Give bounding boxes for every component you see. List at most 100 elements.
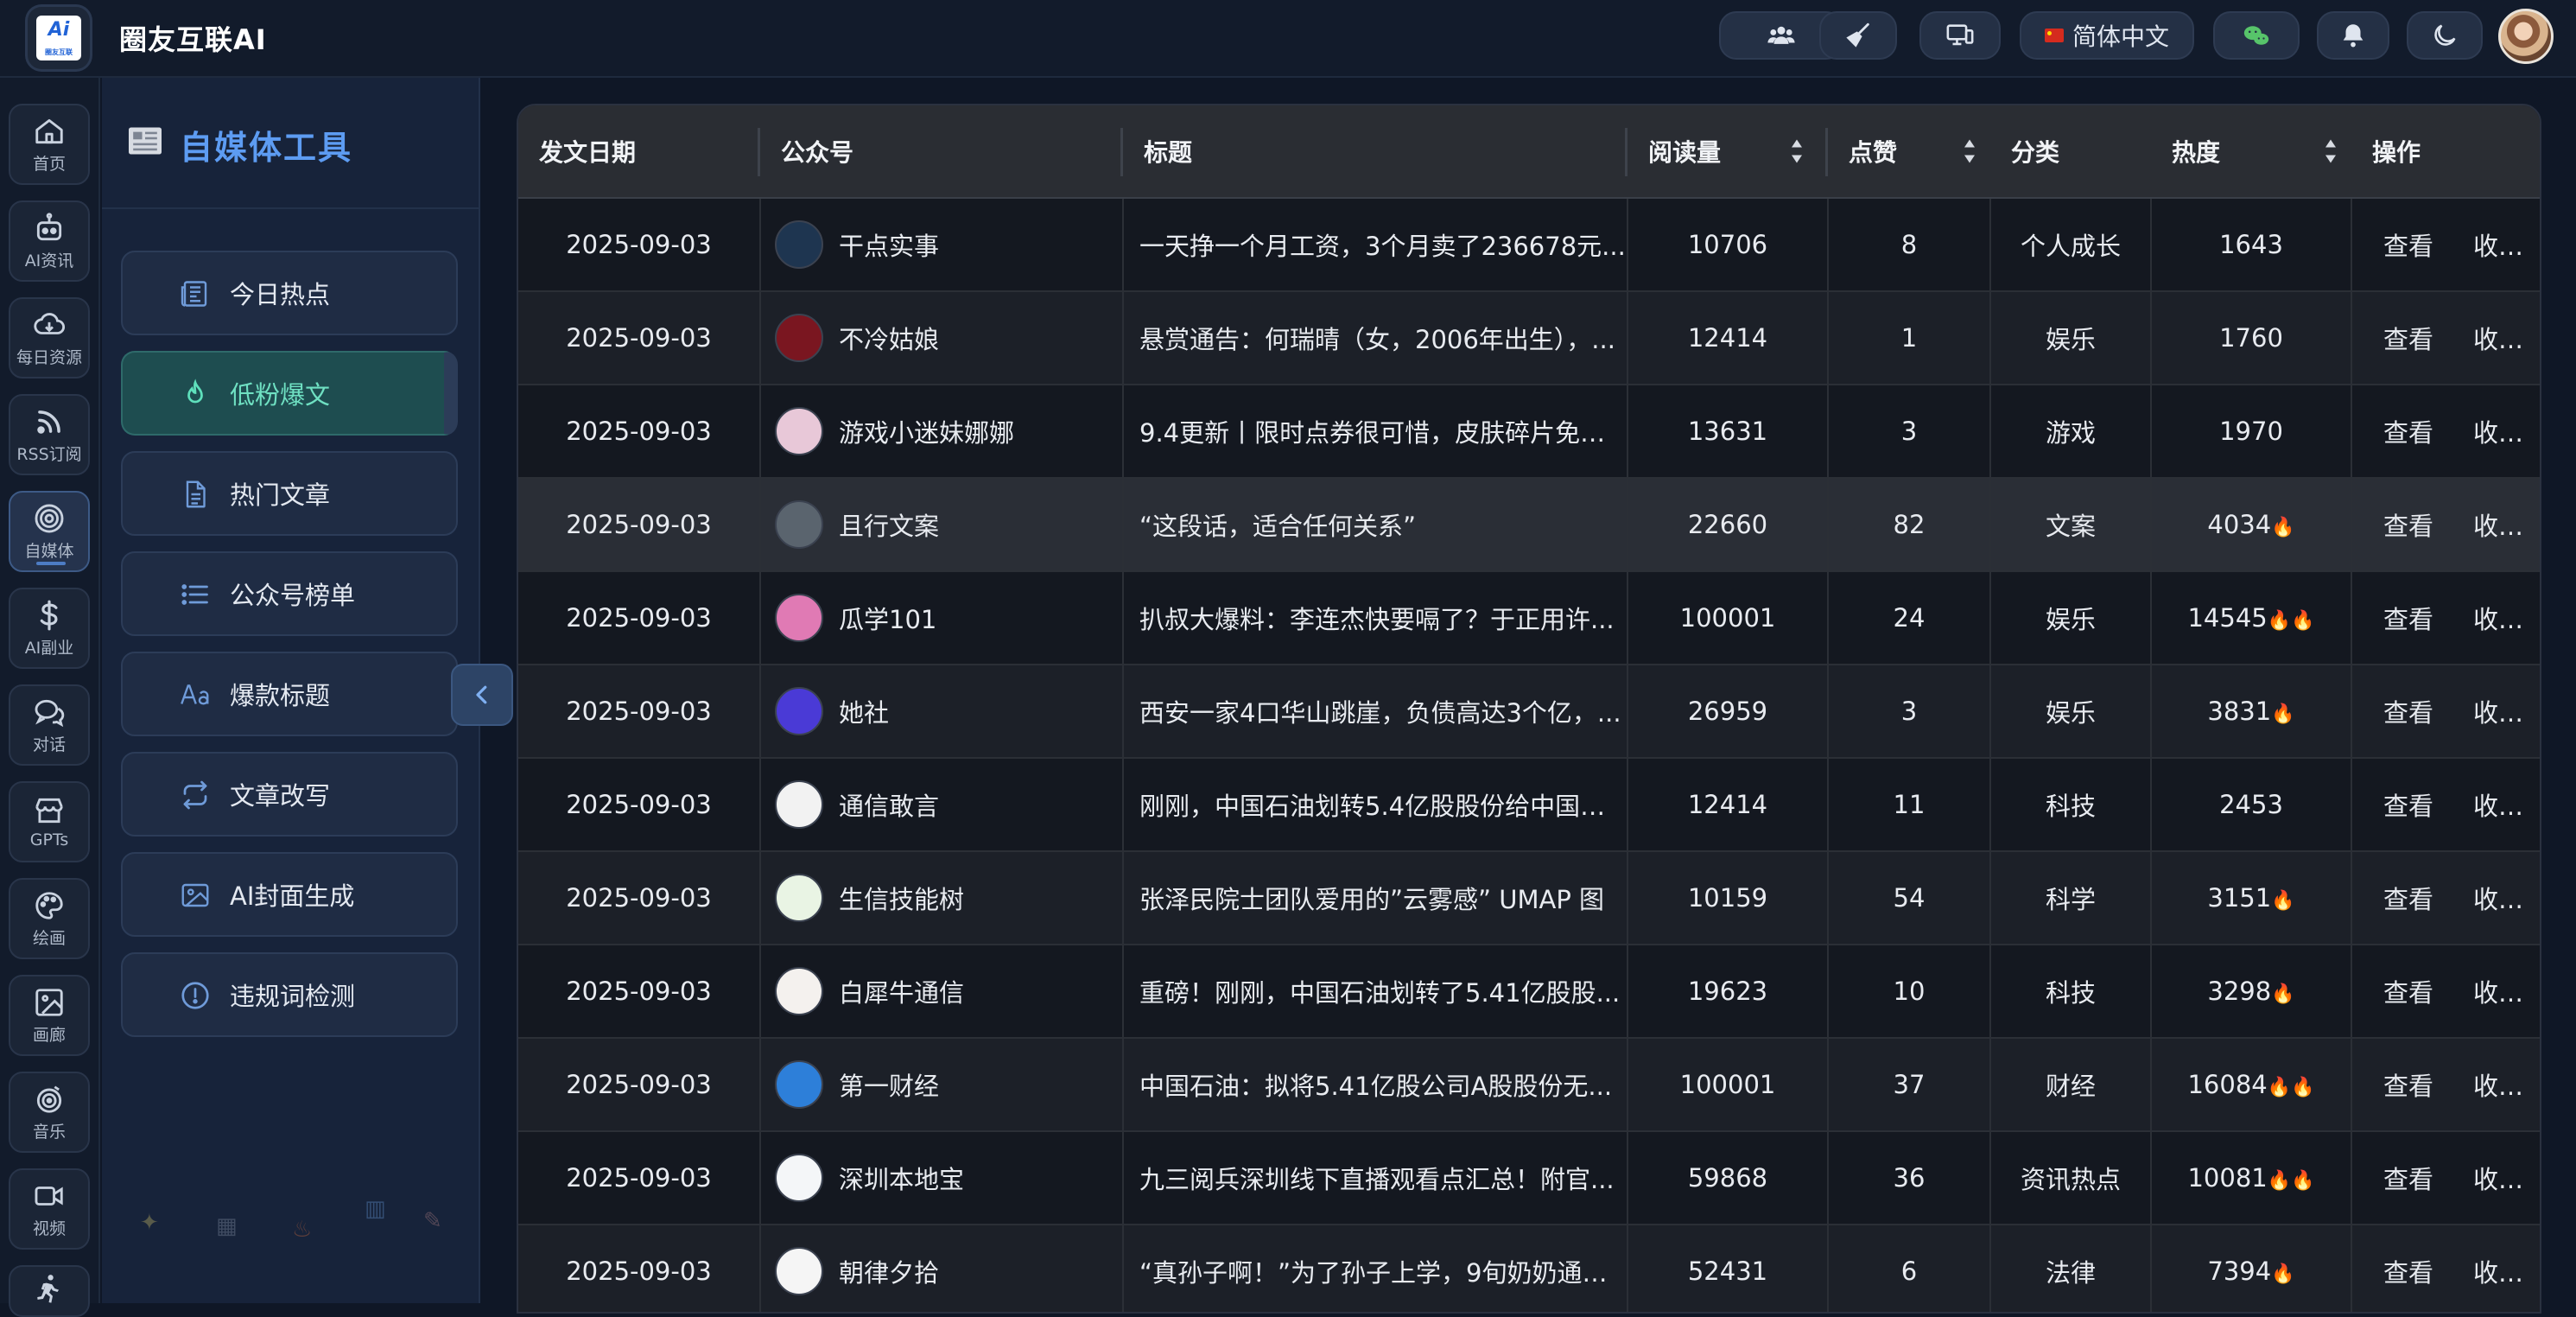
collect-button[interactable]: 收藏: [2473, 605, 2523, 634]
col-header-date[interactable]: 发文日期: [518, 105, 760, 199]
sort-icon[interactable]: [1790, 138, 1804, 164]
view-button[interactable]: 查看: [2383, 1258, 2433, 1288]
view-button[interactable]: 查看: [2383, 698, 2433, 728]
menu-item-account-ranking[interactable]: 公众号榜单: [121, 551, 458, 636]
sort-icon[interactable]: [1963, 138, 1976, 164]
account-name[interactable]: 干点实事: [839, 226, 939, 263]
table-row[interactable]: 2025-09-03 她社 西安一家4口华山跳崖，负债高达3个亿，... 26959 3…: [518, 665, 2540, 759]
view-button[interactable]: 查看: [2383, 418, 2433, 448]
account-name[interactable]: 朝律夕拾: [839, 1253, 939, 1289]
account-name[interactable]: 且行文案: [839, 506, 939, 543]
col-header-account[interactable]: 公众号: [760, 105, 1123, 199]
view-button[interactable]: 查看: [2383, 978, 2433, 1008]
view-button[interactable]: 查看: [2383, 512, 2433, 541]
rail-item-video[interactable]: 视频: [9, 1168, 90, 1250]
user-avatar[interactable]: [2498, 9, 2554, 64]
rail-item-daily-resources[interactable]: 每日资源: [9, 297, 90, 379]
cell-title[interactable]: “真孙子啊！”为了孙子上学，9旬奶奶通过...: [1123, 1225, 1628, 1312]
account-name[interactable]: 通信敢言: [839, 786, 939, 823]
menu-item-hot-articles[interactable]: 热门文章: [121, 451, 458, 536]
collect-button[interactable]: 收藏: [2473, 792, 2523, 821]
cell-title[interactable]: 西安一家4口华山跳崖，负债高达3个亿，...: [1123, 665, 1628, 759]
menu-item-today-hot[interactable]: 今日热点: [121, 251, 458, 335]
table-row[interactable]: 2025-09-03 第一财经 中国石油：拟将5.41亿股公司A股股份无... 100…: [518, 1038, 2540, 1132]
cell-title[interactable]: “这段话，适合任何关系”: [1123, 478, 1628, 572]
view-button[interactable]: 查看: [2383, 1072, 2433, 1101]
view-button[interactable]: 查看: [2383, 792, 2433, 821]
language-selector[interactable]: 简体中文: [2020, 11, 2194, 60]
collect-button[interactable]: 收藏: [2473, 885, 2523, 914]
rail-item-painting[interactable]: 绘画: [9, 878, 90, 959]
table-row[interactable]: 2025-09-03 深圳本地宝 九三阅兵深圳线下直播观看点汇总！附官... 5986…: [518, 1131, 2540, 1225]
sort-icon[interactable]: [2324, 138, 2338, 164]
collect-button[interactable]: 收藏: [2473, 325, 2523, 354]
table-row[interactable]: 2025-09-03 游戏小迷妹娜娜 9.4更新丨限时点券很可惜，皮肤碎片免费...…: [518, 385, 2540, 479]
collect-button[interactable]: 收藏: [2473, 978, 2523, 1008]
theme-toggle[interactable]: [2407, 11, 2483, 60]
rail-item-music[interactable]: 音乐: [9, 1072, 90, 1153]
cell-title[interactable]: 中国石油：拟将5.41亿股公司A股股份无...: [1123, 1038, 1628, 1132]
col-header-heat[interactable]: 热度: [2151, 105, 2351, 199]
collect-button[interactable]: 收藏: [2473, 232, 2523, 261]
cell-category: 娱乐: [1990, 571, 2152, 665]
display-button[interactable]: [1919, 11, 2001, 60]
collect-button[interactable]: 收藏: [2473, 1072, 2523, 1101]
app-logo[interactable]: Ai 圈友互联: [28, 7, 90, 69]
account-name[interactable]: 深圳本地宝: [839, 1160, 964, 1196]
rail-item-chat[interactable]: 对话: [9, 684, 90, 766]
collect-button[interactable]: 收藏: [2473, 1258, 2523, 1288]
view-button[interactable]: 查看: [2383, 885, 2433, 914]
view-button[interactable]: 查看: [2383, 605, 2433, 634]
menu-item-article-rewrite[interactable]: 文章改写: [121, 752, 458, 837]
wechat-button[interactable]: [2213, 11, 2300, 60]
table-row[interactable]: 2025-09-03 生信技能树 张泽民院士团队爱用的”云雾感” UMAP 图 101…: [518, 851, 2540, 945]
collect-button[interactable]: 收藏: [2473, 512, 2523, 541]
rail-item-gpts[interactable]: GPTs: [9, 781, 90, 862]
rail-item-rss[interactable]: RSS订阅: [9, 394, 90, 475]
view-button[interactable]: 查看: [2383, 232, 2433, 261]
account-name[interactable]: 瓜学101: [839, 600, 936, 636]
collapse-panel-button[interactable]: [451, 664, 513, 726]
view-button[interactable]: 查看: [2383, 325, 2433, 354]
cell-title[interactable]: 一天挣一个月工资，3个月卖了236678元...: [1123, 198, 1628, 292]
rail-item-ai-news[interactable]: AI资讯: [9, 200, 90, 282]
table-row[interactable]: 2025-09-03 且行文案 “这段话，适合任何关系” 22660 82 文案 4034🔥…: [518, 478, 2540, 572]
account-name[interactable]: 她社: [839, 693, 889, 729]
rail-item-self-media[interactable]: 自媒体: [9, 491, 90, 572]
collect-button[interactable]: 收藏: [2473, 1165, 2523, 1194]
table-row[interactable]: 2025-09-03 瓜学101 扒叔大爆料：李连杰快要嗝了？于正用许... 1000…: [518, 571, 2540, 665]
menu-item-viral-titles[interactable]: 爆款标题: [121, 652, 458, 736]
account-name[interactable]: 第一财经: [839, 1066, 939, 1103]
rail-item-more[interactable]: [9, 1265, 90, 1317]
clean-button[interactable]: [1819, 11, 1897, 60]
menu-item-low-fan-viral[interactable]: 低粉爆文: [121, 351, 458, 436]
menu-item-ai-cover[interactable]: AI封面生成: [121, 852, 458, 937]
cell-title[interactable]: 9.4更新丨限时点券很可惜，皮肤碎片免费...: [1123, 385, 1628, 479]
col-header-likes[interactable]: 点赞: [1828, 105, 1990, 199]
account-name[interactable]: 不冷姑娘: [839, 320, 939, 356]
rail-item-gallery[interactable]: 画廊: [9, 975, 90, 1056]
cell-title[interactable]: 九三阅兵深圳线下直播观看点汇总！附官...: [1123, 1131, 1628, 1225]
table-row[interactable]: 2025-09-03 朝律夕拾 “真孙子啊！”为了孙子上学，9旬奶奶通过... 524…: [518, 1225, 2540, 1312]
cell-title[interactable]: 张泽民院士团队爱用的”云雾感” UMAP 图: [1123, 851, 1628, 945]
menu-item-violation-check[interactable]: 违规词检测: [121, 952, 458, 1037]
account-name[interactable]: 白犀牛通信: [839, 973, 964, 1009]
view-button[interactable]: 查看: [2383, 1165, 2433, 1194]
rail-item-ai-side-job[interactable]: AI副业: [9, 588, 90, 669]
cell-title[interactable]: 悬赏通告：何瑞晴（女，2006年出生），...: [1123, 291, 1628, 385]
account-name[interactable]: 游戏小迷妹娜娜: [839, 413, 1014, 449]
rail-item-home[interactable]: 首页: [9, 104, 90, 185]
table-row[interactable]: 2025-09-03 干点实事 一天挣一个月工资，3个月卖了236678元... 10…: [518, 198, 2540, 292]
table-row[interactable]: 2025-09-03 通信敢言 刚刚，中国石油划转5.4亿股股份给中国移... 124…: [518, 758, 2540, 852]
cell-title[interactable]: 扒叔大爆料：李连杰快要嗝了？于正用许...: [1123, 571, 1628, 665]
col-header-title[interactable]: 标题: [1123, 105, 1627, 199]
collect-button[interactable]: 收藏: [2473, 418, 2523, 448]
col-header-reads[interactable]: 阅读量: [1627, 105, 1828, 199]
collect-button[interactable]: 收藏: [2473, 698, 2523, 728]
cell-title[interactable]: 刚刚，中国石油划转5.4亿股股份给中国移...: [1123, 758, 1628, 852]
table-row[interactable]: 2025-09-03 白犀牛通信 重磅！刚刚，中国石油划转了5.41亿股股... 19…: [518, 945, 2540, 1039]
account-name[interactable]: 生信技能树: [839, 880, 964, 916]
cell-title[interactable]: 重磅！刚刚，中国石油划转了5.41亿股股...: [1123, 945, 1628, 1039]
notification-button[interactable]: [2317, 11, 2389, 60]
table-row[interactable]: 2025-09-03 不冷姑娘 悬赏通告：何瑞晴（女，2006年出生），... 124…: [518, 291, 2540, 385]
